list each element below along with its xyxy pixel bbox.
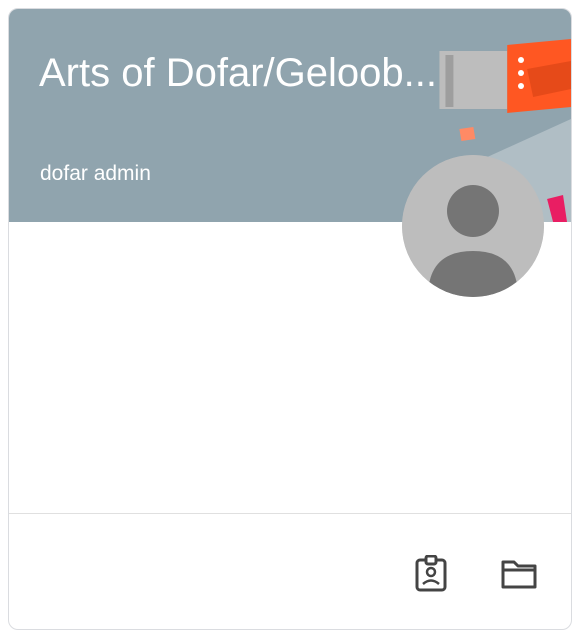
footer-divider bbox=[9, 513, 571, 514]
class-owner: dofar admin bbox=[40, 162, 151, 185]
avatar bbox=[402, 155, 544, 297]
class-title[interactable]: Arts of Dofar/Geloob... bbox=[39, 47, 451, 99]
class-card[interactable]: Arts of Dofar/Geloob... dofar admin bbox=[8, 8, 572, 630]
folder-icon[interactable] bbox=[499, 554, 539, 594]
more-options-icon[interactable] bbox=[506, 45, 536, 101]
assignment-ind-icon[interactable] bbox=[411, 554, 451, 594]
